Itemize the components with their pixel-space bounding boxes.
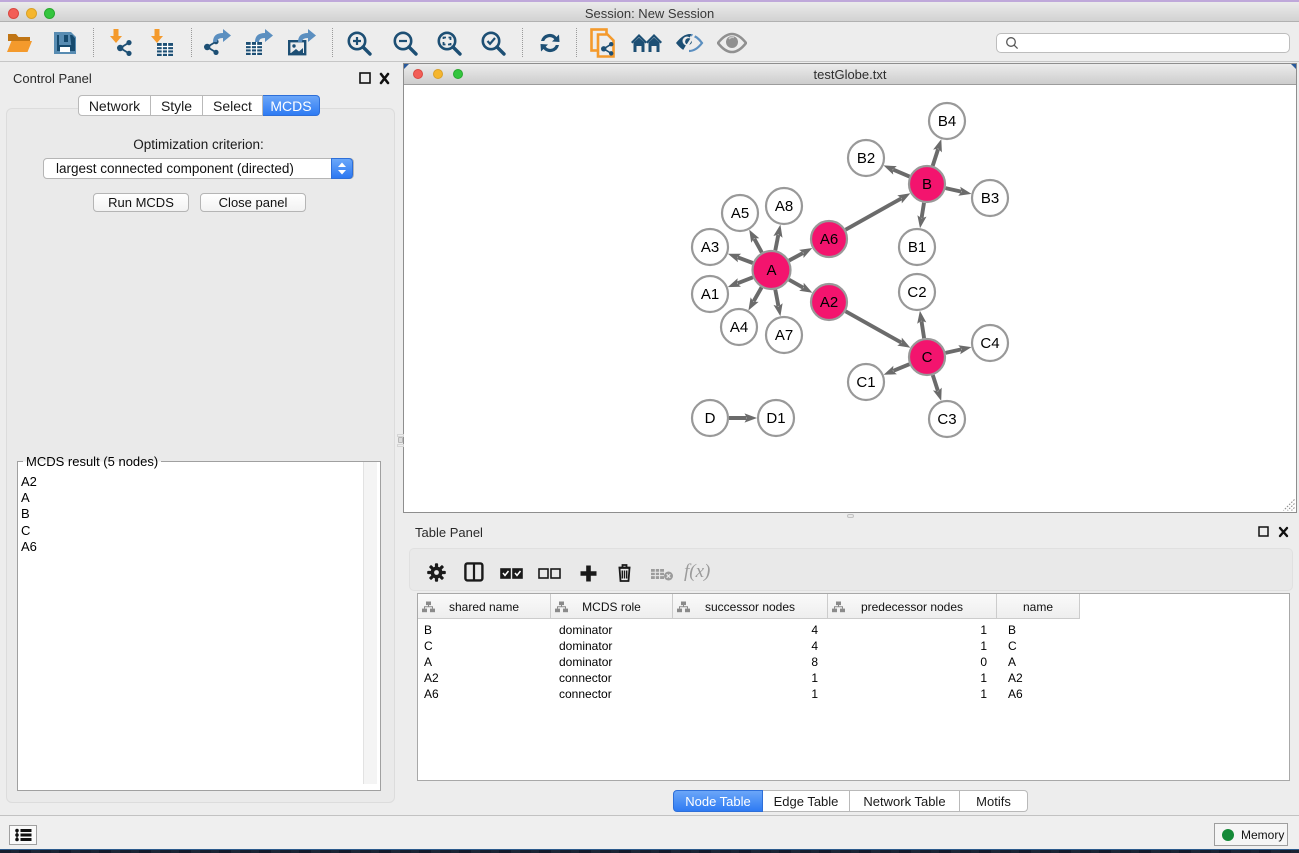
svg-text:C2: C2 bbox=[907, 284, 926, 301]
svg-text:C3: C3 bbox=[937, 411, 956, 428]
svg-text:A7: A7 bbox=[775, 327, 793, 344]
svg-text:B: B bbox=[922, 176, 932, 193]
svg-text:A2: A2 bbox=[820, 294, 838, 311]
svg-text:A4: A4 bbox=[730, 319, 748, 336]
svg-text:C: C bbox=[922, 349, 933, 366]
svg-text:B3: B3 bbox=[981, 190, 999, 207]
svg-text:D: D bbox=[705, 410, 716, 427]
svg-text:A: A bbox=[766, 262, 776, 279]
svg-text:A6: A6 bbox=[820, 231, 838, 248]
svg-text:A3: A3 bbox=[701, 239, 719, 256]
svg-text:B4: B4 bbox=[938, 113, 956, 130]
svg-text:A8: A8 bbox=[775, 198, 793, 215]
svg-text:B2: B2 bbox=[857, 150, 875, 167]
svg-text:A5: A5 bbox=[731, 205, 749, 222]
svg-text:B1: B1 bbox=[908, 239, 926, 256]
svg-text:A1: A1 bbox=[701, 286, 719, 303]
svg-text:C1: C1 bbox=[856, 374, 875, 391]
svg-text:C4: C4 bbox=[980, 335, 999, 352]
svg-text:D1: D1 bbox=[766, 410, 785, 427]
